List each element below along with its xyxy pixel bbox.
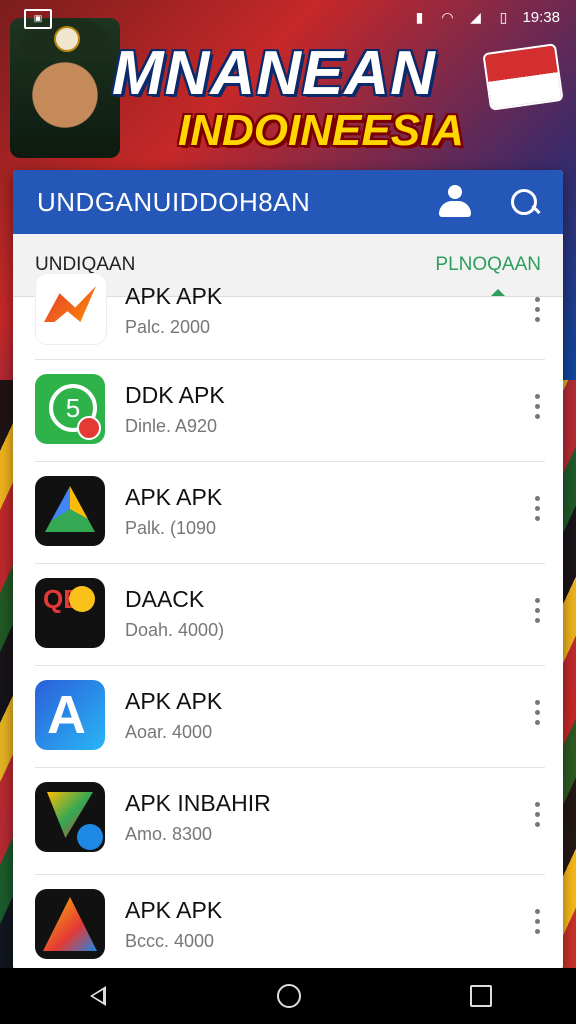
flag-icon [482,43,564,111]
home-icon[interactable] [276,984,301,1008]
app-meta: Palc. 2000 [125,317,211,337]
list-item[interactable]: DDK APK Dinle. A920 [35,360,545,462]
banner-title: MNANEAN [112,39,436,108]
app-meta: Palk. (1090 [125,518,217,538]
app-name: DDK APK [125,382,225,408]
list-item[interactable]: APK APK Palc. 2000 [35,273,545,360]
banner-subtitle: INDOINEESIA [178,106,465,155]
qb-logo-icon [35,578,105,648]
battery-icon: ▯ [499,9,508,25]
app-name: DAACK [125,586,205,612]
triangle-logo-icon [35,476,105,546]
app-meta: Aoar. 4000 [125,722,213,742]
clock-logo-icon [35,374,105,444]
more-options-icon[interactable] [533,909,541,939]
sim-icon: ▮ [415,9,424,25]
recents-icon[interactable] [469,985,492,1007]
back-icon[interactable] [84,984,108,1008]
more-options-icon[interactable] [533,394,541,424]
app-name: APK APK [125,283,223,309]
status-time: 19:38 [522,8,560,26]
app-name: APK APK [125,484,223,510]
search-icon[interactable] [509,187,541,217]
list-item[interactable]: APK APK Aoar. 4000 [35,666,545,768]
arrow-logo-icon [35,273,107,345]
app-list: APK APK Palc. 2000 DDK APK Dinle. A920 A… [13,273,563,970]
app-meta: Dinle. A920 [125,416,218,436]
notification-icon: ▣ [24,9,52,29]
app-name: APK APK [125,688,223,714]
app-name: APK APK [125,897,223,923]
list-item[interactable]: APK APK Palk. (1090 [35,462,545,564]
signal-icon: ◢ [470,9,481,25]
app-name: APK INBAHIR [125,790,271,816]
list-item[interactable]: APK INBAHIR Amo. 8300 [35,768,545,875]
app-bar: UNDGANUIDDOH8AN [13,170,563,234]
list-item[interactable]: DAACK Doah. 4000) [35,564,545,666]
v-logo-icon [35,782,105,852]
app-card: UNDGANUIDDOH8AN UNDIQAAN PLNOQAAN APK AP… [13,170,563,970]
list-item[interactable]: APK APK Bccc. 4000 [35,875,545,970]
account-icon[interactable] [437,185,473,219]
app-meta: Amo. 8300 [125,824,213,844]
more-options-icon[interactable] [533,802,541,832]
more-options-icon[interactable] [533,598,541,628]
soldier-portrait [10,18,120,158]
app-bar-title: UNDGANUIDDOH8AN [37,186,311,217]
tab-plnoqaan[interactable]: PLNOQAAN [435,254,541,276]
status-bar: ▣ ▮ ◠ ◢ ▯ 19:38 [0,0,576,36]
app-meta: Bccc. 4000 [125,931,215,951]
more-options-icon[interactable] [533,496,541,526]
pyramid-logo-icon [35,889,105,959]
wifi-icon: ◠ [441,9,454,25]
system-nav-bar [0,968,576,1024]
more-options-icon[interactable] [533,297,541,327]
more-options-icon[interactable] [533,700,541,730]
app-meta: Doah. 4000) [125,620,225,640]
a-logo-icon [35,680,105,750]
